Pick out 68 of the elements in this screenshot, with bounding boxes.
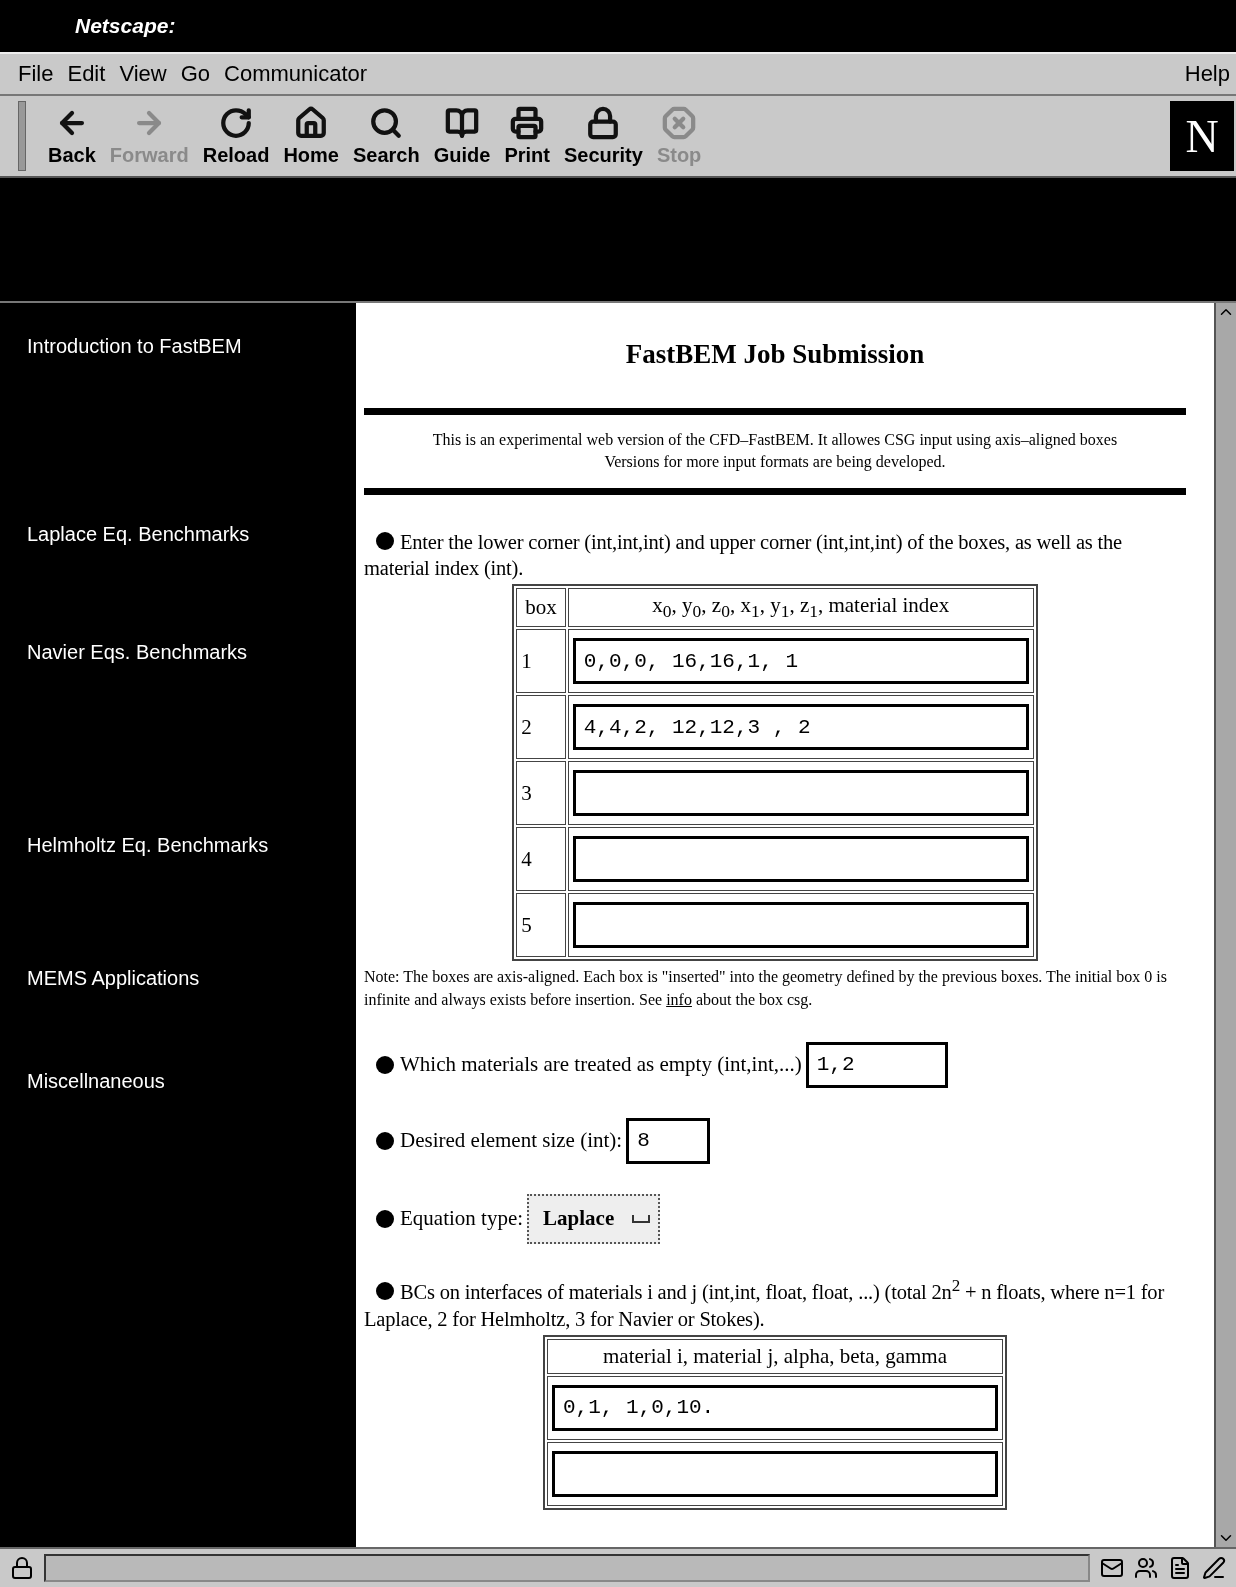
browser-logo: N — [1170, 101, 1234, 171]
box-input[interactable] — [572, 770, 1029, 817]
bullet-dot — [376, 531, 394, 550]
stop-icon — [662, 105, 697, 140]
toolbar-button[interactable]: Reload — [198, 103, 274, 169]
field-label: Which materials are treated as empty (int,int,...) — [400, 1052, 802, 1078]
materials-input[interactable]: 1,2 — [805, 1041, 948, 1088]
row-number: 2 — [516, 695, 566, 760]
info-link[interactable]: info — [666, 991, 692, 1009]
bullet-dot — [376, 1055, 394, 1074]
page-title: FastBEM Job Submission — [625, 339, 925, 370]
column-header: box — [516, 588, 566, 628]
menu-item[interactable]: Edit — [67, 61, 106, 87]
sidebar-heading[interactable]: MEMS Applications — [27, 967, 200, 990]
menu-item[interactable]: View — [119, 61, 167, 87]
instruction-text: Enter the lower corner (int,int,int) and upper corner (int,int,int) of the boxes, as well as the material index (int). — [364, 529, 1123, 582]
box-input[interactable] — [572, 836, 1029, 883]
box-input[interactable]: 0,0,0, 16,16,1, 1 — [572, 638, 1029, 685]
scrollbar[interactable] — [1214, 303, 1236, 1547]
option-menu-icon — [632, 1214, 651, 1223]
sidebar-heading[interactable]: Helmholtz Eq. Benchmarks — [27, 834, 269, 857]
search-icon — [369, 105, 404, 140]
window-title: Netscape: — [75, 14, 176, 38]
pen-icon[interactable] — [1202, 1556, 1226, 1580]
row-number: 3 — [516, 761, 566, 826]
padlock-icon — [586, 105, 621, 140]
bullet-dot — [376, 1282, 394, 1301]
toolbar-grip[interactable] — [18, 101, 26, 171]
toolbar-button[interactable]: Print — [500, 103, 554, 169]
column-header: material i, material j, alpha, beta, gamma — [547, 1338, 1003, 1374]
padlock-icon[interactable] — [10, 1556, 34, 1580]
equation-select[interactable]: Laplace — [527, 1193, 661, 1244]
toolbar-button[interactable]: Home — [279, 103, 343, 169]
field-label: Desired element size (int): — [400, 1128, 623, 1154]
bc-input[interactable] — [552, 1450, 998, 1497]
note-text: Note: The boxes are axis-aligned. Each box is "inserted" into the geometry defined by the previous boxes. The initial box 0 is infinite and always exists before insertion. See info about the box csg. — [364, 967, 1168, 1011]
sidebar-heading[interactable]: Miscellnaneous — [27, 1070, 165, 1093]
field-label: Equation type: — [400, 1206, 524, 1232]
help-menu[interactable]: Help — [1184, 61, 1230, 87]
mail-icon[interactable] — [1100, 1556, 1124, 1580]
row-number: 1 — [516, 629, 566, 694]
bullet-dot — [376, 1131, 394, 1150]
toolbar-button[interactable]: Security — [559, 103, 647, 169]
column-header: x$_{0}$, y$_{0}$, z$_{0}$, x$_{1}$, y$_{1}$, z$_{1}$, material index — [567, 588, 1034, 628]
row-number: 4 — [516, 827, 566, 892]
menu-item[interactable]: Go — [180, 61, 211, 87]
printer-icon — [510, 105, 545, 140]
reload-icon — [219, 105, 254, 140]
menu-item[interactable]: File — [18, 61, 54, 87]
sidebar-heading[interactable]: Navier Eqs. Benchmarks — [27, 641, 248, 664]
bullet-dot — [376, 1209, 394, 1228]
element-size-input[interactable]: 8 — [626, 1117, 711, 1164]
book-icon — [445, 105, 480, 140]
sidebar-heading[interactable]: Introduction to FastBEM — [27, 335, 242, 358]
box-input[interactable] — [572, 902, 1029, 949]
intro-text: This is an experimental web version of the CFD–FastBEM. It allowes CSG input using axis–aligned boxes Versions for more input formats are being developed. — [431, 430, 1119, 473]
box-input[interactable]: 4,4,2, 12,12,3 , 2 — [572, 704, 1029, 751]
document-icon[interactable] — [1168, 1556, 1192, 1580]
toolbar-button[interactable]: Guide — [429, 103, 495, 169]
house-icon — [294, 105, 329, 140]
row-number: 5 — [516, 893, 566, 958]
instruction-text: BCs on interfaces of materials i and j (int,int, float, float, ...) (total 2n$^{2}$ + n floats, where n=1 for Laplace, 2 for Helmholtz, 3 for Navier or Stokes). — [364, 1275, 1166, 1333]
menu-item[interactable]: Communicator — [224, 61, 368, 87]
people-icon[interactable] — [1134, 1556, 1158, 1580]
bc-input[interactable]: 0,1, 1,0,10. — [552, 1384, 998, 1431]
sidebar-heading[interactable]: Laplace Eq. Benchmarks — [27, 523, 250, 546]
toolbar-button[interactable]: Back — [44, 103, 100, 169]
toolbar-button[interactable]: Search — [349, 103, 424, 169]
